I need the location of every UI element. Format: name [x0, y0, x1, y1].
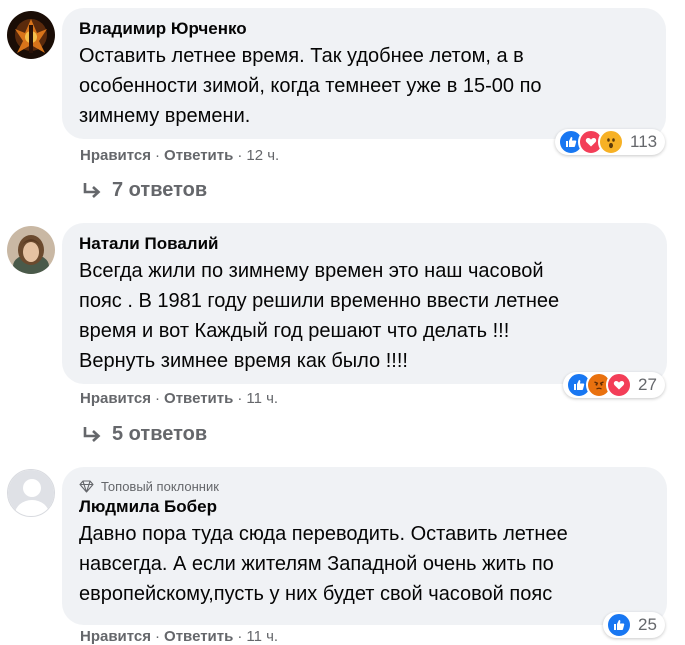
- comment-line: Всегда жили по зимнему времен это наш ча…: [79, 260, 544, 282]
- reply-link[interactable]: Ответить: [164, 390, 233, 407]
- reply-link[interactable]: Ответить: [164, 147, 233, 164]
- wow-reaction-icon: [598, 129, 624, 155]
- comment-bubble: Владимир Юрченко Оставить летнее время. …: [62, 8, 666, 139]
- like-reaction-icon: [606, 612, 632, 638]
- avatar[interactable]: [7, 11, 55, 59]
- comment-author[interactable]: Натали Повалий: [79, 234, 651, 254]
- like-link[interactable]: Нравится: [80, 390, 151, 407]
- reaction-summary[interactable]: 113: [555, 129, 666, 155]
- love-reaction-icon: [606, 372, 632, 398]
- diamond-icon: [79, 479, 94, 493]
- avatar[interactable]: [7, 469, 55, 517]
- view-replies-link[interactable]: 7 ответов: [82, 179, 207, 202]
- top-fan-label: Топовый поклонник: [101, 478, 219, 494]
- comment-line: Оставить летнее время. Так удобнее летом…: [79, 45, 524, 67]
- separator: ·: [237, 147, 243, 164]
- reply-arrow-icon: [83, 182, 101, 198]
- reply-link[interactable]: Ответить: [164, 628, 233, 645]
- reply-arrow-icon: [83, 426, 101, 442]
- comment-line: время и вот Каждый год решают что делать…: [79, 320, 510, 342]
- top-fan-badge: Топовый поклонник: [79, 477, 651, 495]
- view-replies-link[interactable]: 5 ответов: [82, 423, 207, 446]
- separator: ·: [155, 628, 161, 645]
- comment-text: Всегда жили по зимнему времен это наш ча…: [79, 256, 651, 376]
- comment-timestamp[interactable]: 12 ч.: [246, 147, 279, 164]
- separator: ·: [155, 147, 161, 164]
- reaction-count: 25: [638, 615, 657, 634]
- separator: ·: [237, 390, 243, 407]
- comment-actions: Нравится · Ответить · 11 ч.: [80, 390, 278, 407]
- comment-line: пояс . В 1981 году решили временно ввест…: [79, 290, 560, 312]
- comment-line: европейскому,пусть у них будет свой часо…: [79, 583, 553, 605]
- comment-actions: Нравится · Ответить · 12 ч.: [80, 147, 279, 164]
- comment-bubble: Натали Повалий Всегда жили по зимнему вр…: [62, 223, 667, 384]
- replies-count: 5 ответов: [112, 423, 208, 445]
- comment-text: Оставить летнее время. Так удобнее летом…: [79, 41, 650, 131]
- reaction-count: 113: [630, 132, 658, 151]
- comment-line: Давно пора туда сюда переводить. Оставит…: [79, 523, 568, 545]
- avatar[interactable]: [7, 226, 55, 274]
- replies-count: 7 ответов: [112, 179, 208, 201]
- reaction-summary[interactable]: 25: [603, 612, 665, 638]
- like-link[interactable]: Нравится: [80, 147, 151, 164]
- comment-author[interactable]: Людмила Бобер: [79, 497, 651, 517]
- comment-line: зимнему времени.: [79, 105, 251, 127]
- like-link[interactable]: Нравится: [80, 628, 151, 645]
- comment-line: особенности зимой, когда темнеет уже в 1…: [79, 75, 542, 97]
- comment-text: Давно пора туда сюда переводить. Оставит…: [79, 519, 651, 609]
- separator: ·: [237, 628, 243, 645]
- comment-author[interactable]: Владимир Юрченко: [79, 19, 650, 39]
- comment-timestamp[interactable]: 11 ч.: [246, 390, 278, 407]
- reaction-count: 27: [638, 375, 657, 394]
- comment-line: навсегда. А если жителям Западной очень …: [79, 553, 554, 575]
- reaction-summary[interactable]: 27: [563, 372, 665, 398]
- separator: ·: [155, 390, 161, 407]
- comment-timestamp[interactable]: 11 ч.: [246, 628, 278, 645]
- comment-bubble: Топовый поклонник Людмила Бобер Давно по…: [62, 467, 667, 625]
- comment-line: Вернуть зимнее время как было !!!!: [79, 350, 408, 372]
- comment-actions: Нравится · Ответить · 11 ч.: [80, 628, 278, 645]
